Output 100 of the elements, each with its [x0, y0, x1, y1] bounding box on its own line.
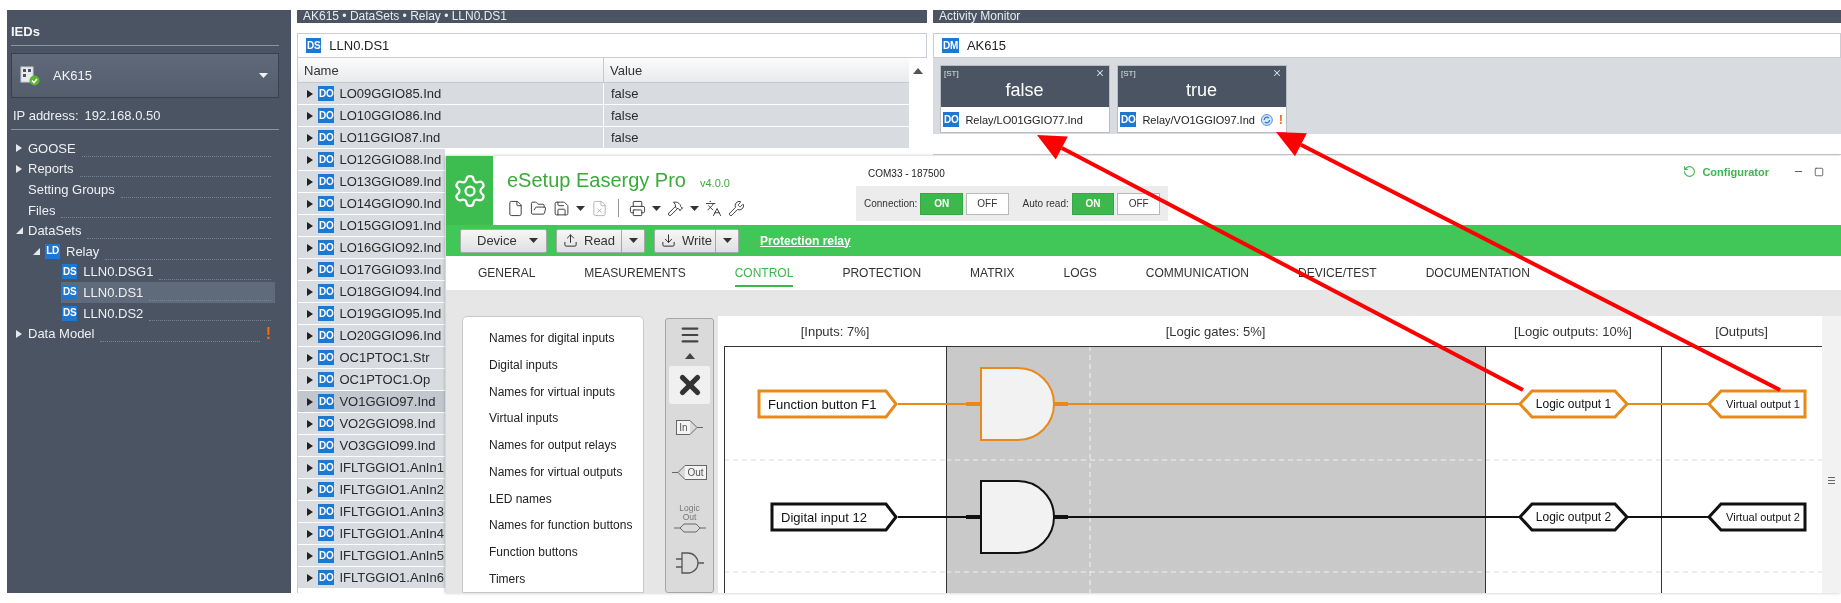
caret-right-icon[interactable]: [307, 463, 313, 472]
close-icon[interactable]: [1272, 68, 1282, 78]
tree-item[interactable]: Files: [27, 199, 275, 221]
menu-item[interactable]: Timers: [489, 565, 643, 593]
caret-right-icon[interactable]: [307, 111, 313, 120]
caret-right-icon[interactable]: [16, 329, 22, 338]
table-row[interactable]: DO LO14GGIO90.Ind: [298, 193, 445, 215]
caret-right-icon[interactable]: [307, 353, 313, 362]
caret-right-icon[interactable]: [307, 177, 313, 186]
caret-right-icon[interactable]: [307, 89, 313, 98]
table-row[interactable]: DO LO10GGIO86.Ind false: [298, 105, 909, 127]
menu-item[interactable]: Names for digital inputs: [489, 325, 643, 352]
close-icon[interactable]: [1095, 68, 1105, 78]
tab[interactable]: LOGS: [1063, 263, 1097, 287]
maximize-icon[interactable]: [1814, 166, 1824, 177]
table-row[interactable]: DO LO12GGIO88.Ind: [298, 149, 445, 171]
table-row[interactable]: DO LO19GGIO95.Ind: [298, 303, 445, 325]
dropdown-arrow-button[interactable]: [622, 228, 645, 253]
read-button[interactable]: Read: [556, 228, 622, 253]
tree-item[interactable]: DS LLN0.DSG1: [61, 261, 275, 283]
tab[interactable]: COMMUNICATION: [1145, 263, 1249, 287]
tree-item[interactable]: LD Relay: [44, 240, 275, 262]
file-icon[interactable]: [507, 199, 524, 217]
caret-right-icon[interactable]: [307, 529, 313, 538]
printer-icon[interactable]: [629, 199, 646, 217]
menu-item[interactable]: Names for virtual outputs: [489, 458, 643, 486]
input-tool[interactable]: In: [669, 404, 710, 450]
caret-right-icon[interactable]: [16, 144, 22, 153]
column-header[interactable]: Value: [604, 58, 909, 82]
tab[interactable]: PROTECTION: [842, 263, 922, 287]
table-row[interactable]: DO IFLTGGIO1.AnIn4: [298, 523, 445, 545]
caret-down-icon[interactable]: [32, 247, 40, 255]
menu-item[interactable]: LED names: [489, 485, 643, 512]
table-row[interactable]: DO OC1PTOC1.Str: [298, 347, 445, 369]
toggle-option[interactable]: OFF: [966, 192, 1009, 215]
caret-right-icon[interactable]: [307, 573, 313, 582]
caret-right-icon[interactable]: [307, 287, 313, 296]
caret-right-icon[interactable]: [307, 331, 313, 340]
table-row[interactable]: DO LO18GGIO94.Ind: [298, 281, 445, 303]
toggle-option[interactable]: OFF: [1117, 192, 1160, 215]
table-row[interactable]: DO IFLTGGIO1.AnIn6: [298, 567, 445, 589]
hammer-icon[interactable]: [667, 199, 684, 217]
column-header[interactable]: Name: [298, 58, 604, 82]
caret-right-icon[interactable]: [307, 155, 313, 164]
caret-right-icon[interactable]: [307, 507, 313, 516]
table-row[interactable]: DO VO2GGIO98.Ind: [298, 413, 445, 435]
table-row[interactable]: DO VO3GGIO99.Ind: [298, 435, 445, 457]
tab[interactable]: MEASUREMENTS: [584, 263, 686, 287]
table-row[interactable]: DO OC1PTOC1.Op: [298, 369, 445, 391]
table-row[interactable]: DO IFLTGGIO1.AnIn5: [298, 545, 445, 567]
table-row[interactable]: DO LO20GGIO96.Ind: [298, 325, 445, 347]
table-row[interactable]: DO IFLTGGIO1.AnIn2: [298, 479, 445, 501]
table-row[interactable]: DO VO1GGIO97.Ind: [298, 391, 445, 413]
menu-item[interactable]: Names for virtual inputs: [489, 378, 643, 406]
caret-right-icon[interactable]: [307, 551, 313, 560]
caret-down-icon[interactable]: [576, 205, 585, 211]
tree-item[interactable]: DS LLN0.DS2: [61, 302, 275, 324]
menu-item[interactable]: Function buttons: [489, 538, 643, 566]
caret-right-icon[interactable]: [307, 397, 313, 406]
table-row[interactable]: DO LO16GGIO92.Ind: [298, 237, 445, 259]
tree-item[interactable]: Reports: [27, 158, 275, 180]
table-row[interactable]: DO IFLTGGIO1.AnIn1: [298, 457, 445, 479]
dropdown-button[interactable]: Device: [460, 228, 547, 253]
caret-right-icon[interactable]: [307, 199, 313, 208]
tree-item[interactable]: Data Model !: [27, 323, 275, 344]
menu-item[interactable]: Digital inputs: [489, 351, 643, 379]
tab[interactable]: MATRIX: [970, 263, 1015, 287]
vertical-scrollbar[interactable]: [1822, 316, 1841, 593]
caret-right-icon[interactable]: [307, 375, 313, 384]
caret-right-icon[interactable]: [307, 309, 313, 318]
table-row[interactable]: DO LO09GGIO85.Ind false: [298, 83, 909, 105]
caret-right-icon[interactable]: [307, 265, 313, 274]
tab[interactable]: GENERAL: [478, 263, 536, 287]
device-dropdown[interactable]: AK615: [11, 53, 279, 98]
caret-right-icon[interactable]: [16, 164, 22, 173]
output-tool[interactable]: Out: [669, 450, 710, 494]
table-row[interactable]: DO IFLTGGIO1.AnIn3: [298, 501, 445, 523]
menu-item[interactable]: Names for output relays: [489, 431, 643, 459]
tree-item[interactable]: DataSets: [27, 220, 275, 241]
caret-down-icon[interactable]: [15, 227, 23, 235]
delete-tool[interactable]: [669, 366, 710, 404]
table-row[interactable]: DO LO13GGIO89.Ind: [298, 171, 445, 193]
caret-right-icon[interactable]: [307, 221, 313, 230]
tree-item[interactable]: GOOSE: [27, 138, 275, 159]
table-row[interactable]: DO LO11GGIO87.Ind false: [298, 127, 909, 149]
folder-open-icon[interactable]: [530, 199, 547, 217]
scroll-up-icon[interactable]: [913, 68, 923, 74]
caret-right-icon[interactable]: [307, 419, 313, 428]
translate-icon[interactable]: [705, 199, 722, 217]
wrench-icon[interactable]: [728, 199, 745, 217]
tree-item[interactable]: Setting Groups: [27, 179, 275, 200]
write-button[interactable]: Write: [654, 228, 716, 253]
table-row[interactable]: DO LO17GGIO93.Ind: [298, 259, 445, 281]
caret-right-icon[interactable]: [307, 243, 313, 252]
table-row[interactable]: DO LO15GGIO91.Ind: [298, 215, 445, 237]
caret-down-icon[interactable]: [652, 205, 661, 211]
tab[interactable]: DOCUMENTATION: [1425, 263, 1530, 287]
dropdown-arrow-button[interactable]: [716, 228, 739, 253]
caret-down-icon[interactable]: [690, 205, 699, 211]
tree-item[interactable]: DS LLN0.DS1: [61, 282, 275, 303]
